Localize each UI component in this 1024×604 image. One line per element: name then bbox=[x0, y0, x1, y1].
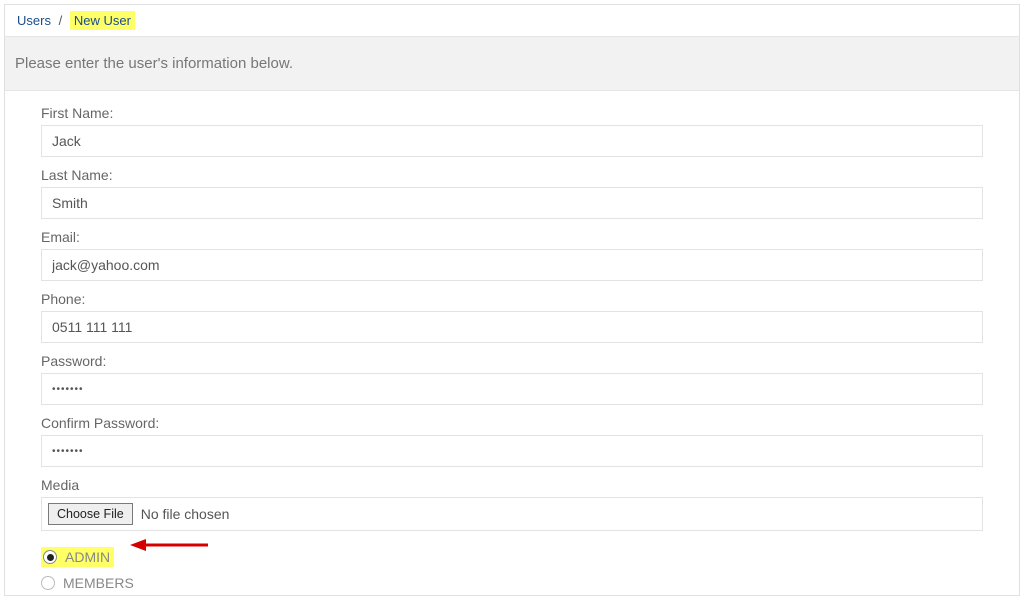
label-email: Email: bbox=[41, 229, 983, 245]
label-media: Media bbox=[41, 477, 983, 493]
field-email: Email: bbox=[41, 229, 983, 281]
form-area: First Name: Last Name: Email: Phone: Pas… bbox=[5, 91, 1019, 591]
breadcrumb: Users / New User bbox=[5, 5, 1019, 36]
breadcrumb-current: New User bbox=[70, 11, 135, 30]
file-status-text: No file chosen bbox=[141, 506, 230, 522]
input-first-name[interactable] bbox=[41, 125, 983, 157]
new-user-panel: Users / New User Please enter the user's… bbox=[4, 4, 1020, 596]
input-email[interactable] bbox=[41, 249, 983, 281]
file-input-row[interactable]: Choose File No file chosen bbox=[41, 497, 983, 531]
label-last-name: Last Name: bbox=[41, 167, 983, 183]
field-first-name: First Name: bbox=[41, 105, 983, 157]
role-radio-group: ADMIN MEMBERS bbox=[41, 547, 983, 591]
radio-icon bbox=[43, 550, 57, 564]
role-option-members[interactable]: MEMBERS bbox=[41, 575, 983, 591]
radio-icon bbox=[41, 576, 55, 590]
label-password: Password: bbox=[41, 353, 983, 369]
role-label-members: MEMBERS bbox=[63, 575, 134, 591]
field-confirm-password: Confirm Password: bbox=[41, 415, 983, 467]
input-password[interactable] bbox=[41, 373, 983, 405]
input-phone[interactable] bbox=[41, 311, 983, 343]
instruction-bar: Please enter the user's information belo… bbox=[5, 36, 1019, 91]
field-password: Password: bbox=[41, 353, 983, 405]
label-first-name: First Name: bbox=[41, 105, 983, 121]
field-last-name: Last Name: bbox=[41, 167, 983, 219]
label-phone: Phone: bbox=[41, 291, 983, 307]
role-option-admin[interactable]: ADMIN bbox=[41, 547, 114, 567]
role-label-admin: ADMIN bbox=[65, 549, 110, 565]
choose-file-button[interactable]: Choose File bbox=[48, 503, 133, 525]
breadcrumb-separator: / bbox=[59, 13, 63, 28]
field-phone: Phone: bbox=[41, 291, 983, 343]
input-last-name[interactable] bbox=[41, 187, 983, 219]
input-confirm-password[interactable] bbox=[41, 435, 983, 467]
label-confirm-password: Confirm Password: bbox=[41, 415, 983, 431]
field-media: Media Choose File No file chosen bbox=[41, 477, 983, 531]
breadcrumb-parent-link[interactable]: Users bbox=[17, 13, 51, 28]
